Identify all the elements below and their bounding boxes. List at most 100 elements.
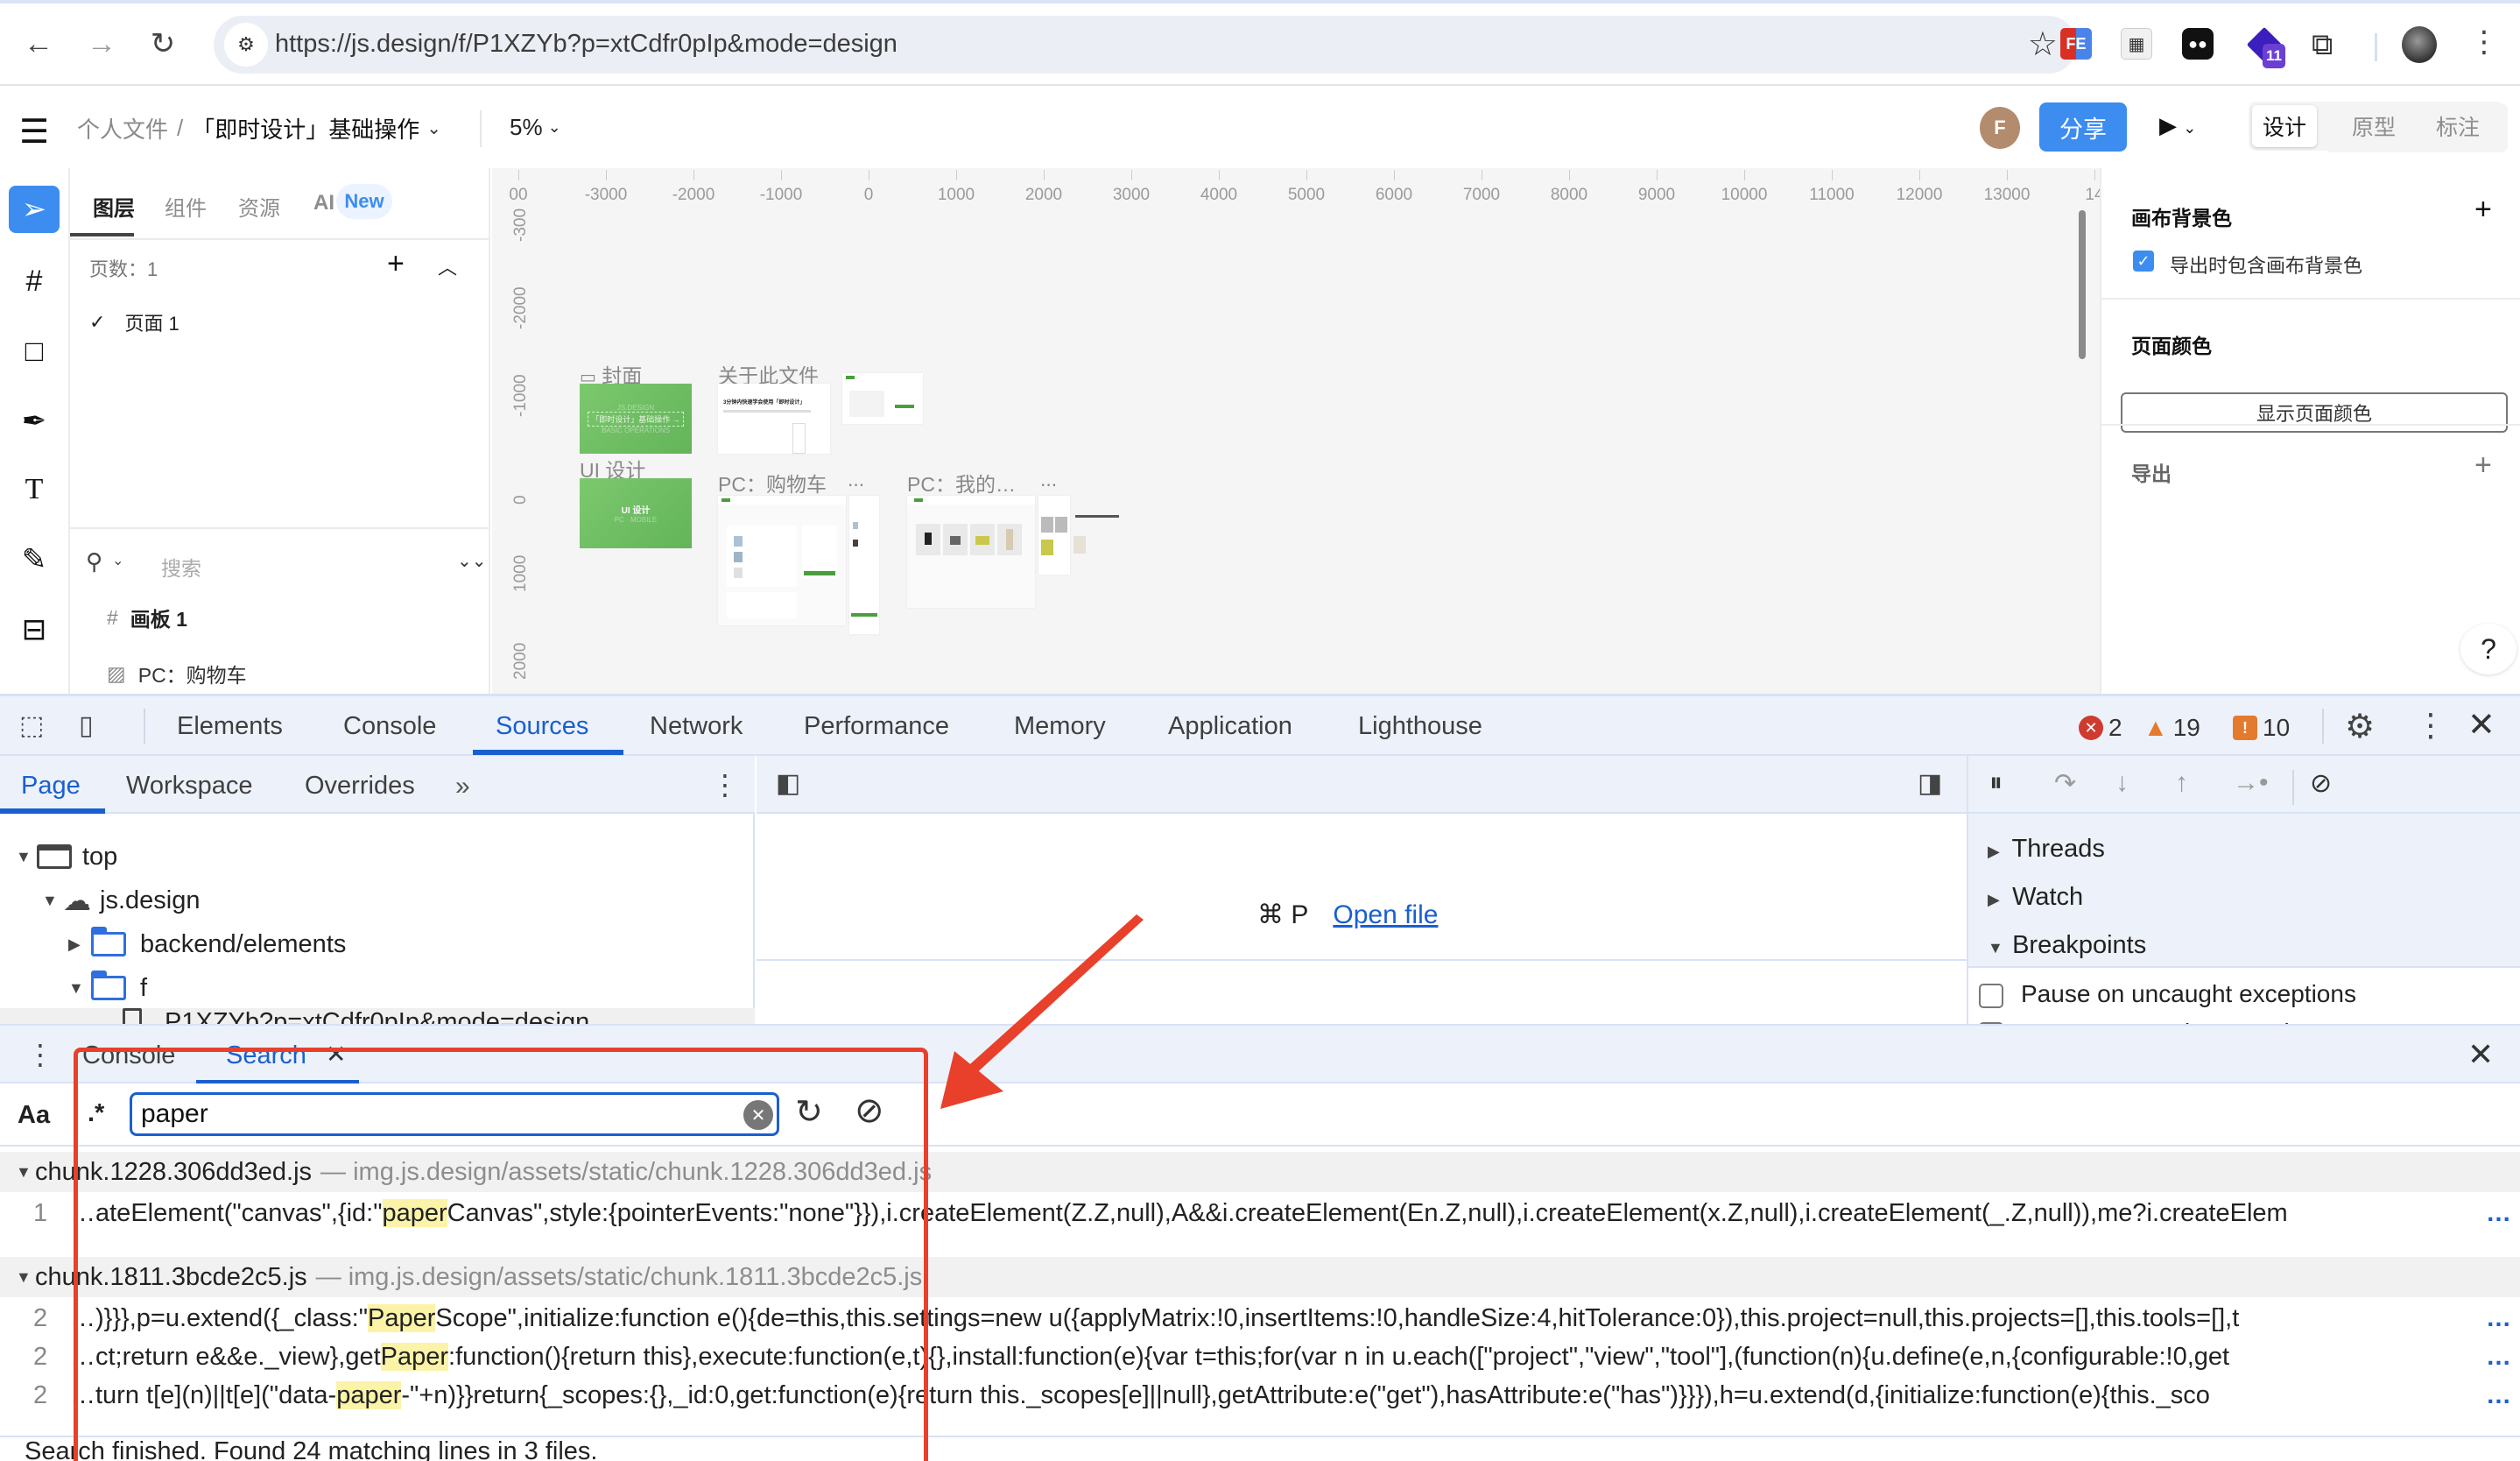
reload-icon[interactable]: ↻ [145, 26, 180, 61]
slice-tool-icon[interactable]: ⊟ [9, 606, 60, 653]
text-tool-icon[interactable]: T [9, 466, 60, 513]
search-input[interactable] [141, 1098, 719, 1130]
cart-preview-frame[interactable] [842, 373, 923, 424]
clear-search-icon[interactable]: ✕ [743, 1100, 773, 1130]
pause-icon[interactable]: ⏸ [1989, 768, 2003, 798]
cover-frame[interactable]: JS.DESIGN 「即时设计」基础操作 → BASIC OPERATIONS [580, 384, 692, 454]
device-toolbar-icon[interactable]: ▯ [79, 710, 94, 741]
tree-item-domain[interactable]: ▼ ☁ js.design [0, 879, 755, 922]
profile-avatar[interactable] [2402, 26, 2437, 63]
add-icon[interactable]: + [2474, 193, 2492, 227]
canvas-scrollbar[interactable] [2079, 210, 2086, 359]
section-watch[interactable]: ▶ Watch [1988, 883, 2083, 912]
tab-application[interactable]: Application [1168, 712, 1292, 741]
truncation-ellipsis[interactable]: … [2486, 1304, 2520, 1333]
result-match-row[interactable]: 1 …ateElement("canvas",{id:"paperCanvas"… [0, 1194, 2520, 1232]
bookmark-star-icon[interactable]: ☆ [2028, 25, 2058, 64]
url-text[interactable]: https://js.design/f/P1XZYb?p=xtCdfr0pIp&… [275, 30, 897, 59]
navigator-tab-overrides[interactable]: Overrides [305, 772, 415, 801]
inspect-element-icon[interactable]: ⬚ [19, 710, 44, 741]
pc-mine-frame[interactable] [907, 496, 1035, 608]
tree-item-top[interactable]: ▼ top [0, 835, 755, 879]
breadcrumb-parent[interactable]: 个人文件 [77, 112, 168, 145]
tab-console[interactable]: Console [343, 712, 436, 741]
extension-qr-icon[interactable]: ▦ [2121, 28, 2152, 60]
close-devtools-icon[interactable]: ✕ [2467, 705, 2495, 745]
step-into-icon[interactable]: ↓ [2115, 768, 2129, 798]
tab-ai[interactable]: AI [313, 191, 334, 215]
section-threads[interactable]: ▶ Threads [1988, 835, 2105, 864]
navigator-tab-page[interactable]: Page [21, 772, 81, 801]
extensions-puzzle-icon[interactable]: ⧉ [2312, 28, 2333, 62]
tab-lighthouse[interactable]: Lighthouse [1358, 712, 1482, 741]
step-out-icon[interactable]: ↑ [2175, 768, 2188, 798]
clear-results-icon[interactable]: ⊘ [855, 1090, 884, 1131]
address-bar[interactable]: ⚙ https://js.design/f/P1XZYb?p=xtCdfr0pI… [214, 16, 2077, 74]
truncation-ellipsis[interactable]: … [2486, 1199, 2520, 1228]
pause-uncaught-option[interactable]: Pause on uncaught exceptions [1979, 980, 2356, 1008]
layer-item[interactable]: ▨ PC：购物车 [107, 659, 247, 688]
tree-item-folder[interactable]: ▶ backend/elements [0, 922, 755, 966]
truncation-ellipsis[interactable]: … [2486, 1343, 2520, 1372]
chevron-down-icon[interactable]: ⌄ [426, 117, 441, 139]
truncation-ellipsis[interactable]: … [2486, 1381, 2520, 1410]
ui-frame[interactable]: UI 设计 PC · MOBILE [580, 478, 692, 548]
tab-sources[interactable]: Sources [496, 712, 588, 741]
toggle-debugger-icon[interactable]: ◨ [1918, 768, 1942, 799]
layer-item[interactable]: # 画板 1 [107, 603, 187, 632]
include-bg-checkbox[interactable]: ✓ [2133, 251, 2154, 272]
mode-tab-prototype[interactable]: 原型 [2341, 105, 2406, 147]
design-canvas[interactable]: 00 -3000 -2000 -1000 0 1000 2000 3000 4000 5000 60… [492, 168, 2100, 694]
help-button[interactable]: ? [2460, 624, 2516, 674]
add-export-icon[interactable]: + [2474, 448, 2492, 483]
pen-tool-icon[interactable]: ✒ [9, 398, 60, 445]
drawer-tab-search[interactable]: Search [226, 1041, 306, 1070]
result-file-header[interactable]: ▼ chunk.1811.3bcde2c5.js — img.js.design… [0, 1257, 2520, 1297]
section-breakpoints[interactable]: ▼ Breakpoints [1988, 931, 2146, 960]
tree-item-folder[interactable]: ▼ f [0, 966, 755, 1010]
include-bg-label[interactable]: 导出时包含画布背景色 [2170, 251, 2362, 279]
frame-label-pc-cart[interactable]: PC：购物车 [718, 468, 827, 498]
page-item[interactable]: ✓ 页面 1 [89, 308, 179, 336]
tab-memory[interactable]: Memory [1014, 712, 1106, 741]
user-avatar[interactable]: F [1980, 107, 2020, 149]
checkbox[interactable] [1979, 983, 2003, 1008]
tab-performance[interactable]: Performance [804, 712, 949, 741]
mode-tab-design[interactable]: 设计 [2252, 105, 2317, 147]
site-info-icon[interactable]: ⚙ [224, 23, 268, 67]
tab-network[interactable]: Network [650, 712, 743, 741]
extension-fe-icon[interactable]: FE [2060, 28, 2092, 60]
match-case-toggle[interactable]: Aa [18, 1101, 50, 1130]
frame-label-cart-more[interactable]: ... [848, 468, 864, 491]
result-match-row[interactable]: 2 …turn t[e](n)||t[e]("data-paper-"+n)}}… [0, 1376, 2520, 1415]
hamburger-menu-icon[interactable]: ☰ [19, 112, 49, 152]
open-file-link[interactable]: Open file [1333, 900, 1438, 930]
pc-cart-frame[interactable] [718, 496, 846, 625]
result-match-row[interactable]: 2 …)}}},p=u.extend({_class:"PaperScope",… [0, 1299, 2520, 1337]
search-placeholder[interactable]: 搜索 [161, 552, 201, 582]
chevron-up-icon[interactable]: ︿ [438, 252, 457, 280]
mode-tab-annotate[interactable]: 标注 [2425, 105, 2490, 147]
close-drawer-icon[interactable]: ✕ [2467, 1036, 2494, 1073]
drawer-menu-icon[interactable]: ⋮ [26, 1038, 54, 1071]
chrome-menu-icon[interactable]: ⋮ [2469, 25, 2499, 60]
search-field[interactable]: ✕ [130, 1092, 779, 1136]
layer-search[interactable]: ⚲ ⌄ 搜索 ⌄⌄ [86, 543, 487, 587]
file-name[interactable]: 「即时设计」基础操作 [192, 112, 419, 145]
refresh-search-icon[interactable]: ↻ [795, 1092, 823, 1132]
regex-toggle[interactable]: .* [88, 1099, 104, 1128]
close-tab-icon[interactable]: ✕ [326, 1040, 346, 1069]
settings-gear-icon[interactable]: ⚙ [2345, 707, 2375, 746]
step-over-icon[interactable]: ↷ [2054, 768, 2076, 799]
tab-assets[interactable]: 资源 [238, 191, 280, 222]
move-tool-icon[interactable]: ➢ [9, 186, 60, 233]
navigator-menu-icon[interactable]: ⋮ [711, 768, 739, 801]
tab-components[interactable]: 组件 [165, 191, 207, 222]
tab-layers[interactable]: 图层 [93, 191, 135, 222]
back-icon[interactable]: ← [21, 26, 56, 61]
show-page-color-button[interactable]: 显示页面颜色 [2121, 392, 2508, 433]
more-options-icon[interactable]: ⋮ [2415, 707, 2446, 744]
zoom-dropdown[interactable]: 5% ⌄ [510, 114, 561, 141]
more-tabs-icon[interactable]: » [455, 772, 470, 801]
result-match-row[interactable]: 2 …ct;return e&&e._view},getPaper:functi… [0, 1337, 2520, 1376]
